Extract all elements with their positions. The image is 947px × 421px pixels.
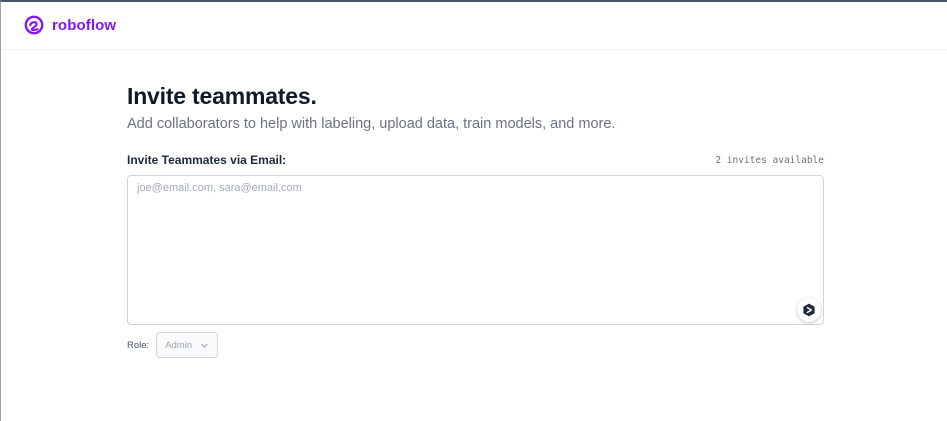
role-selected-value: Admin <box>165 339 193 351</box>
chevron-down-icon <box>201 343 208 347</box>
role-row: Role: Admin <box>127 332 824 358</box>
roboflow-logo-icon <box>24 15 44 35</box>
app-window: roboflow Invite teammates. Add collabora… <box>0 0 947 421</box>
role-select[interactable]: Admin <box>156 332 219 358</box>
email-field-header: Invite Teammates via Email: 2 invites av… <box>127 152 824 168</box>
invite-panel: Invite teammates. Add collaborators to h… <box>127 82 824 358</box>
extension-assistant-icon <box>803 303 815 317</box>
brand-name: roboflow <box>52 16 117 34</box>
email-input-container <box>127 175 824 325</box>
invite-emails-textarea[interactable] <box>128 176 823 324</box>
page-subtitle: Add collaborators to help with labeling,… <box>127 116 616 132</box>
extension-assistant-button[interactable] <box>797 298 821 322</box>
role-label: Role: <box>127 339 150 351</box>
email-field-label: Invite Teammates via Email: <box>127 153 287 167</box>
page-title: Invite teammates. <box>127 83 317 109</box>
top-navbar: roboflow <box>1 2 947 50</box>
roboflow-logo[interactable]: roboflow <box>24 15 116 35</box>
invites-available-count: 2 invites available <box>715 154 824 166</box>
